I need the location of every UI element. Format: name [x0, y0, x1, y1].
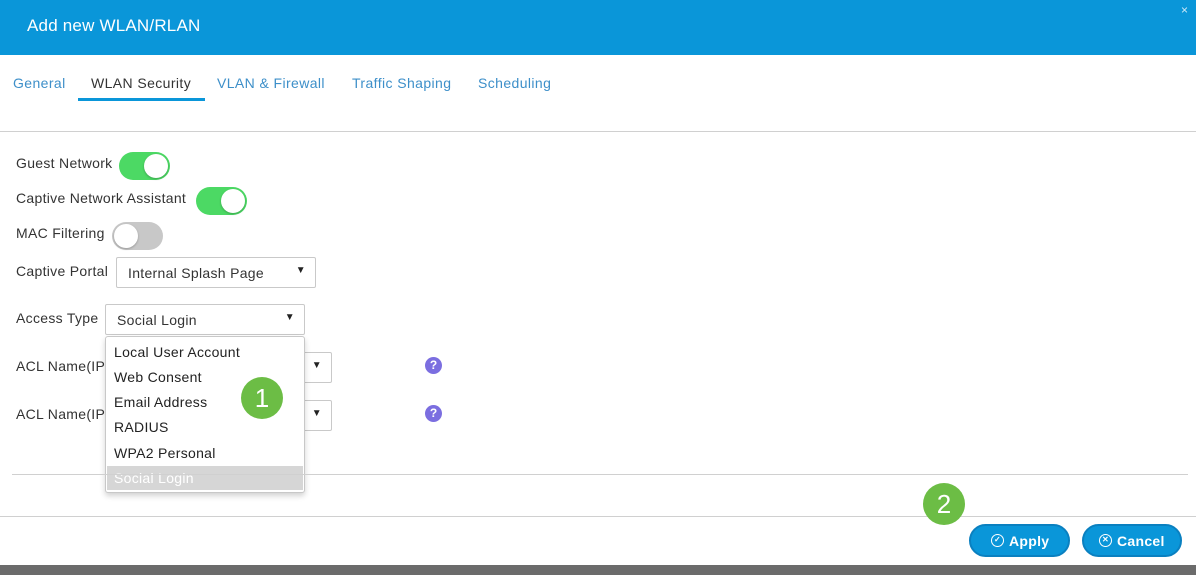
tab-vlan-firewall[interactable]: VLAN & Firewall	[217, 75, 325, 105]
acl-ipv4-label: ACL Name(IP	[16, 358, 106, 374]
close-icon[interactable]: ×	[1181, 3, 1188, 17]
dropdown-option[interactable]: WPA2 Personal	[107, 441, 303, 465]
x-circle-icon: ✕	[1099, 534, 1112, 547]
toggle-knob	[221, 189, 245, 213]
access-type-select[interactable]: Social Login ▼	[105, 304, 305, 335]
guest-network-toggle[interactable]	[119, 152, 170, 180]
caret-down-icon: ▼	[295, 265, 306, 276]
toggle-knob	[114, 224, 138, 248]
footer-divider	[0, 516, 1196, 517]
mac-filtering-label: MAC Filtering	[16, 225, 105, 241]
tab-scheduling[interactable]: Scheduling	[478, 75, 551, 105]
apply-button[interactable]: ✓ Apply	[969, 524, 1070, 557]
access-type-label: Access Type	[16, 310, 99, 326]
captive-portal-value: Internal Splash Page	[128, 265, 264, 281]
guest-network-label: Guest Network	[16, 155, 113, 171]
caret-down-icon: ▼	[311, 360, 322, 371]
cancel-button-label: Cancel	[1117, 533, 1165, 549]
captive-portal-select[interactable]: Internal Splash Page ▼	[116, 257, 316, 288]
caret-down-icon: ▼	[284, 312, 295, 323]
access-type-value: Social Login	[117, 312, 197, 328]
tab-general[interactable]: General	[13, 75, 66, 105]
caret-down-icon: ▼	[311, 408, 322, 419]
dropdown-option[interactable]: Local User Account	[107, 340, 303, 364]
captive-network-assistant-toggle[interactable]	[196, 187, 247, 215]
acl-ipv6-label: ACL Name(IP	[16, 406, 106, 422]
step-badge-1: 1	[241, 377, 283, 419]
mac-filtering-toggle[interactable]	[112, 222, 163, 250]
cancel-button[interactable]: ✕ Cancel	[1082, 524, 1182, 557]
tabs-divider	[0, 131, 1196, 132]
footer-bar	[0, 565, 1196, 575]
check-circle-icon: ✓	[991, 534, 1004, 547]
step-badge-2: 2	[923, 483, 965, 525]
active-tab-indicator	[78, 98, 205, 101]
question-circle-icon[interactable]: ?	[425, 357, 442, 374]
apply-button-label: Apply	[1009, 533, 1050, 549]
dialog-title: Add new WLAN/RLAN	[27, 16, 201, 35]
dropdown-option[interactable]: RADIUS	[107, 415, 303, 439]
tab-traffic-shaping[interactable]: Traffic Shaping	[352, 75, 451, 105]
form-divider	[12, 474, 1188, 475]
access-type-dropdown[interactable]: Local User Account Web Consent Email Add…	[105, 336, 305, 493]
dialog-header: Add new WLAN/RLAN ×	[0, 0, 1196, 55]
dropdown-option-selected[interactable]: Social Login	[107, 466, 303, 490]
question-circle-icon[interactable]: ?	[425, 405, 442, 422]
toggle-knob	[144, 154, 168, 178]
captive-portal-label: Captive Portal	[16, 263, 109, 279]
captive-network-assistant-label: Captive Network Assistant	[16, 190, 187, 206]
